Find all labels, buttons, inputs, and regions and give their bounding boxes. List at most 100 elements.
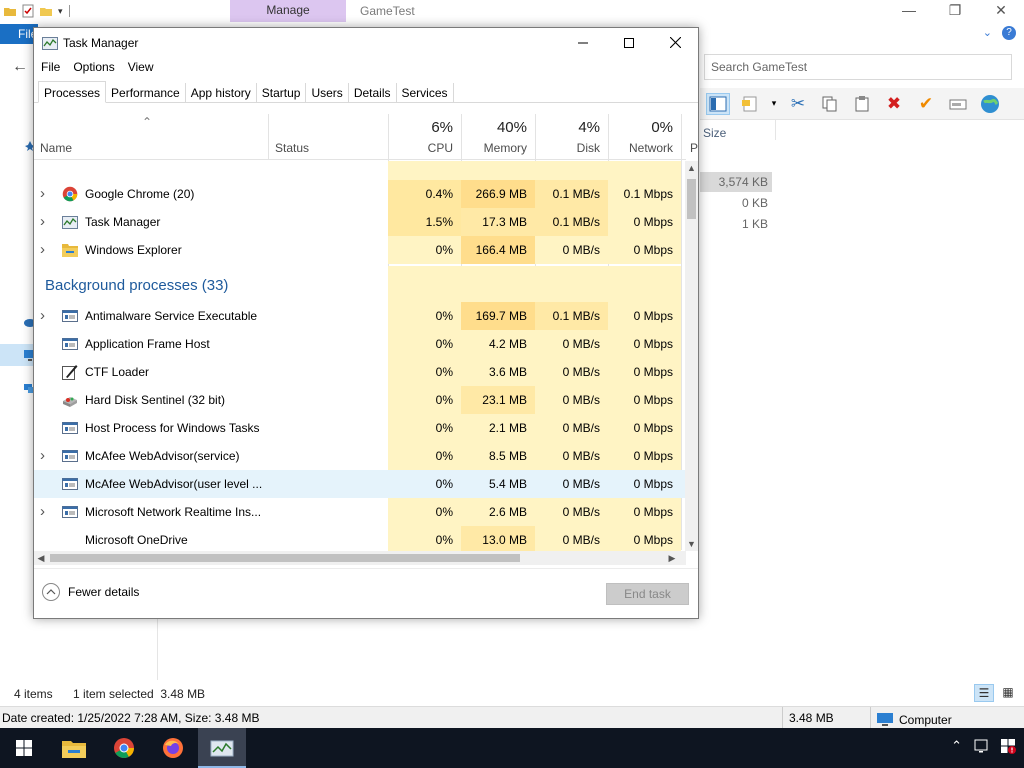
customize-qat-icon[interactable]: ▾	[58, 6, 63, 17]
manage-context-tab[interactable]: Manage	[230, 0, 346, 22]
size-column-header[interactable]: Size	[703, 126, 726, 140]
process-row[interactable]: CTF Loader 0% 3.6 MB 0 MB/s 0 Mbps	[34, 358, 686, 386]
column-status[interactable]: Status	[269, 114, 388, 160]
column-cpu[interactable]: 6% CPU	[388, 114, 461, 160]
chrome-icon	[62, 186, 78, 202]
minimize-button[interactable]	[560, 28, 606, 57]
column-power[interactable]: P	[682, 114, 698, 160]
fewer-details-button[interactable]: Fewer details	[42, 583, 139, 601]
close-icon[interactable]: ✕	[978, 0, 1024, 22]
process-row[interactable]: McAfee WebAdvisor(user level ... 0% 5.4 MB…	[34, 470, 686, 498]
process-row[interactable]: › McAfee WebAdvisor(service) 0% 8.5 MB 0 MB/…	[34, 442, 686, 470]
column-network[interactable]: 0% Network	[608, 114, 681, 160]
back-arrow-icon[interactable]: ←	[12, 58, 28, 76]
column-memory[interactable]: 40% Memory	[461, 114, 535, 160]
process-memory: 8.5 MB	[461, 442, 535, 470]
column-cpu-label: CPU	[427, 141, 453, 155]
show-hidden-icons-icon[interactable]: ⌃	[951, 738, 962, 754]
process-row[interactable]: Application Frame Host 0% 4.2 MB 0 MB/s 0 Mb…	[34, 330, 686, 358]
properties-page-icon[interactable]	[738, 93, 762, 115]
process-list: › Google Chrome (20) 0.4% 266.9 MB 0.1 MB/s 0…	[34, 161, 686, 551]
tab-services[interactable]: Services	[397, 83, 454, 103]
expand-chevron-icon[interactable]: ›	[40, 442, 52, 470]
column-divider	[268, 114, 269, 160]
process-cpu: 1.5%	[388, 208, 461, 236]
service-window-icon	[62, 504, 78, 520]
properties-icon[interactable]	[22, 4, 34, 18]
process-row[interactable]: Microsoft OneDrive 0% 13.0 MB 0 MB/s 0 Mbps	[34, 526, 686, 551]
scroll-thumb[interactable]	[687, 179, 696, 219]
process-row[interactable]: › Antimalware Service Executable 0% 169.7 M…	[34, 302, 686, 330]
start-button[interactable]	[0, 728, 48, 768]
maximize-button[interactable]	[606, 28, 652, 57]
process-row[interactable]: › Microsoft Network Realtime Ins... 0% 2.6 …	[34, 498, 686, 526]
column-disk[interactable]: 4% Disk	[535, 114, 608, 160]
large-icons-view-icon[interactable]: ▦	[998, 684, 1018, 702]
menu-options[interactable]: Options	[66, 57, 120, 79]
tab-app-history[interactable]: App history	[186, 83, 257, 103]
copy-icon[interactable]	[818, 93, 842, 115]
expand-placeholder	[40, 414, 52, 442]
preview-pane-icon[interactable]	[706, 92, 730, 115]
expand-chevron-icon[interactable]: ›	[40, 236, 52, 264]
process-row[interactable]: Hard Disk Sentinel (32 bit) 0% 23.1 MB 0 MB…	[34, 386, 686, 414]
process-network: 0.1 Mbps	[608, 180, 681, 208]
scroll-up-icon[interactable]: ▲	[685, 161, 698, 175]
process-row[interactable]: › Task Manager 1.5% 17.3 MB 0.1 MB/s 0 Mbps	[34, 208, 686, 236]
cut-icon[interactable]: ✂	[786, 93, 810, 115]
tab-performance[interactable]: Performance	[106, 83, 186, 103]
restore-icon[interactable]: ❐	[932, 0, 978, 22]
globe-icon[interactable]	[978, 93, 1002, 115]
process-row[interactable]: › Google Chrome (20) 0.4% 266.9 MB 0.1 MB/s 0…	[34, 180, 686, 208]
taskbar-task-manager[interactable]	[198, 728, 246, 768]
scroll-thumb-horizontal[interactable]	[50, 554, 520, 562]
taskbar-firefox[interactable]	[149, 728, 197, 768]
check-icon[interactable]: ✔	[914, 93, 938, 115]
horizontal-scrollbar[interactable]: ◀ ▶	[34, 551, 686, 565]
computer-icon	[877, 713, 893, 726]
expand-chevron-icon[interactable]: ›	[40, 302, 52, 330]
expand-chevron-icon[interactable]: ›	[40, 498, 52, 526]
new-folder-icon[interactable]	[40, 4, 52, 18]
vertical-scrollbar[interactable]: ▲ ▼	[685, 161, 698, 551]
process-row[interactable]: › Windows Explorer 0% 166.4 MB 0 MB/s 0 Mbps	[34, 236, 686, 264]
dropdown-arrow-icon[interactable]: ▾	[770, 93, 778, 115]
navigation-pane	[0, 120, 36, 660]
scroll-left-icon[interactable]: ◀	[34, 551, 48, 565]
taskbar-chrome[interactable]	[100, 728, 148, 768]
expand-chevron-icon[interactable]: ›	[40, 180, 52, 208]
process-network: 0 Mbps	[608, 330, 681, 358]
tab-details[interactable]: Details	[349, 83, 397, 103]
menu-view[interactable]: View	[121, 57, 160, 79]
expand-placeholder	[40, 526, 52, 551]
scroll-down-icon[interactable]: ▼	[685, 537, 698, 551]
tab-strip: Processes Performance App history Startu…	[38, 81, 694, 103]
tab-startup[interactable]: Startup	[257, 83, 307, 103]
scroll-right-icon[interactable]: ▶	[665, 551, 679, 565]
process-row-partial	[34, 161, 686, 180]
column-divider	[775, 120, 776, 140]
explorer-window-controls: — ❐ ✕	[886, 0, 1024, 22]
menu-file[interactable]: File	[34, 57, 66, 79]
tab-processes[interactable]: Processes	[38, 81, 107, 103]
close-button[interactable]	[652, 28, 698, 57]
process-row[interactable]: Host Process for Windows Tasks 0% 2.1 MB 0 …	[34, 414, 686, 442]
help-icon[interactable]: ?	[1002, 26, 1016, 40]
security-center-icon[interactable]	[1000, 738, 1016, 754]
display-icon[interactable]	[974, 739, 988, 753]
column-name[interactable]: Name	[34, 114, 268, 160]
search-input[interactable]: Search GameTest	[704, 54, 1012, 80]
delete-icon[interactable]: ✖	[882, 93, 906, 115]
details-view-icon[interactable]: ☰	[974, 684, 994, 702]
process-name: McAfee WebAdvisor(service)	[85, 449, 240, 463]
tab-users[interactable]: Users	[306, 83, 349, 103]
paste-icon[interactable]	[850, 93, 874, 115]
expand-ribbon-icon[interactable]: ⌄	[983, 26, 992, 40]
pane-divider	[157, 618, 158, 680]
end-task-button[interactable]: End task	[606, 583, 689, 605]
taskbar-file-explorer[interactable]	[50, 728, 98, 768]
rename-icon[interactable]	[946, 93, 970, 115]
minimize-icon[interactable]: —	[886, 0, 932, 22]
folder-icon[interactable]	[4, 4, 16, 18]
expand-chevron-icon[interactable]: ›	[40, 208, 52, 236]
